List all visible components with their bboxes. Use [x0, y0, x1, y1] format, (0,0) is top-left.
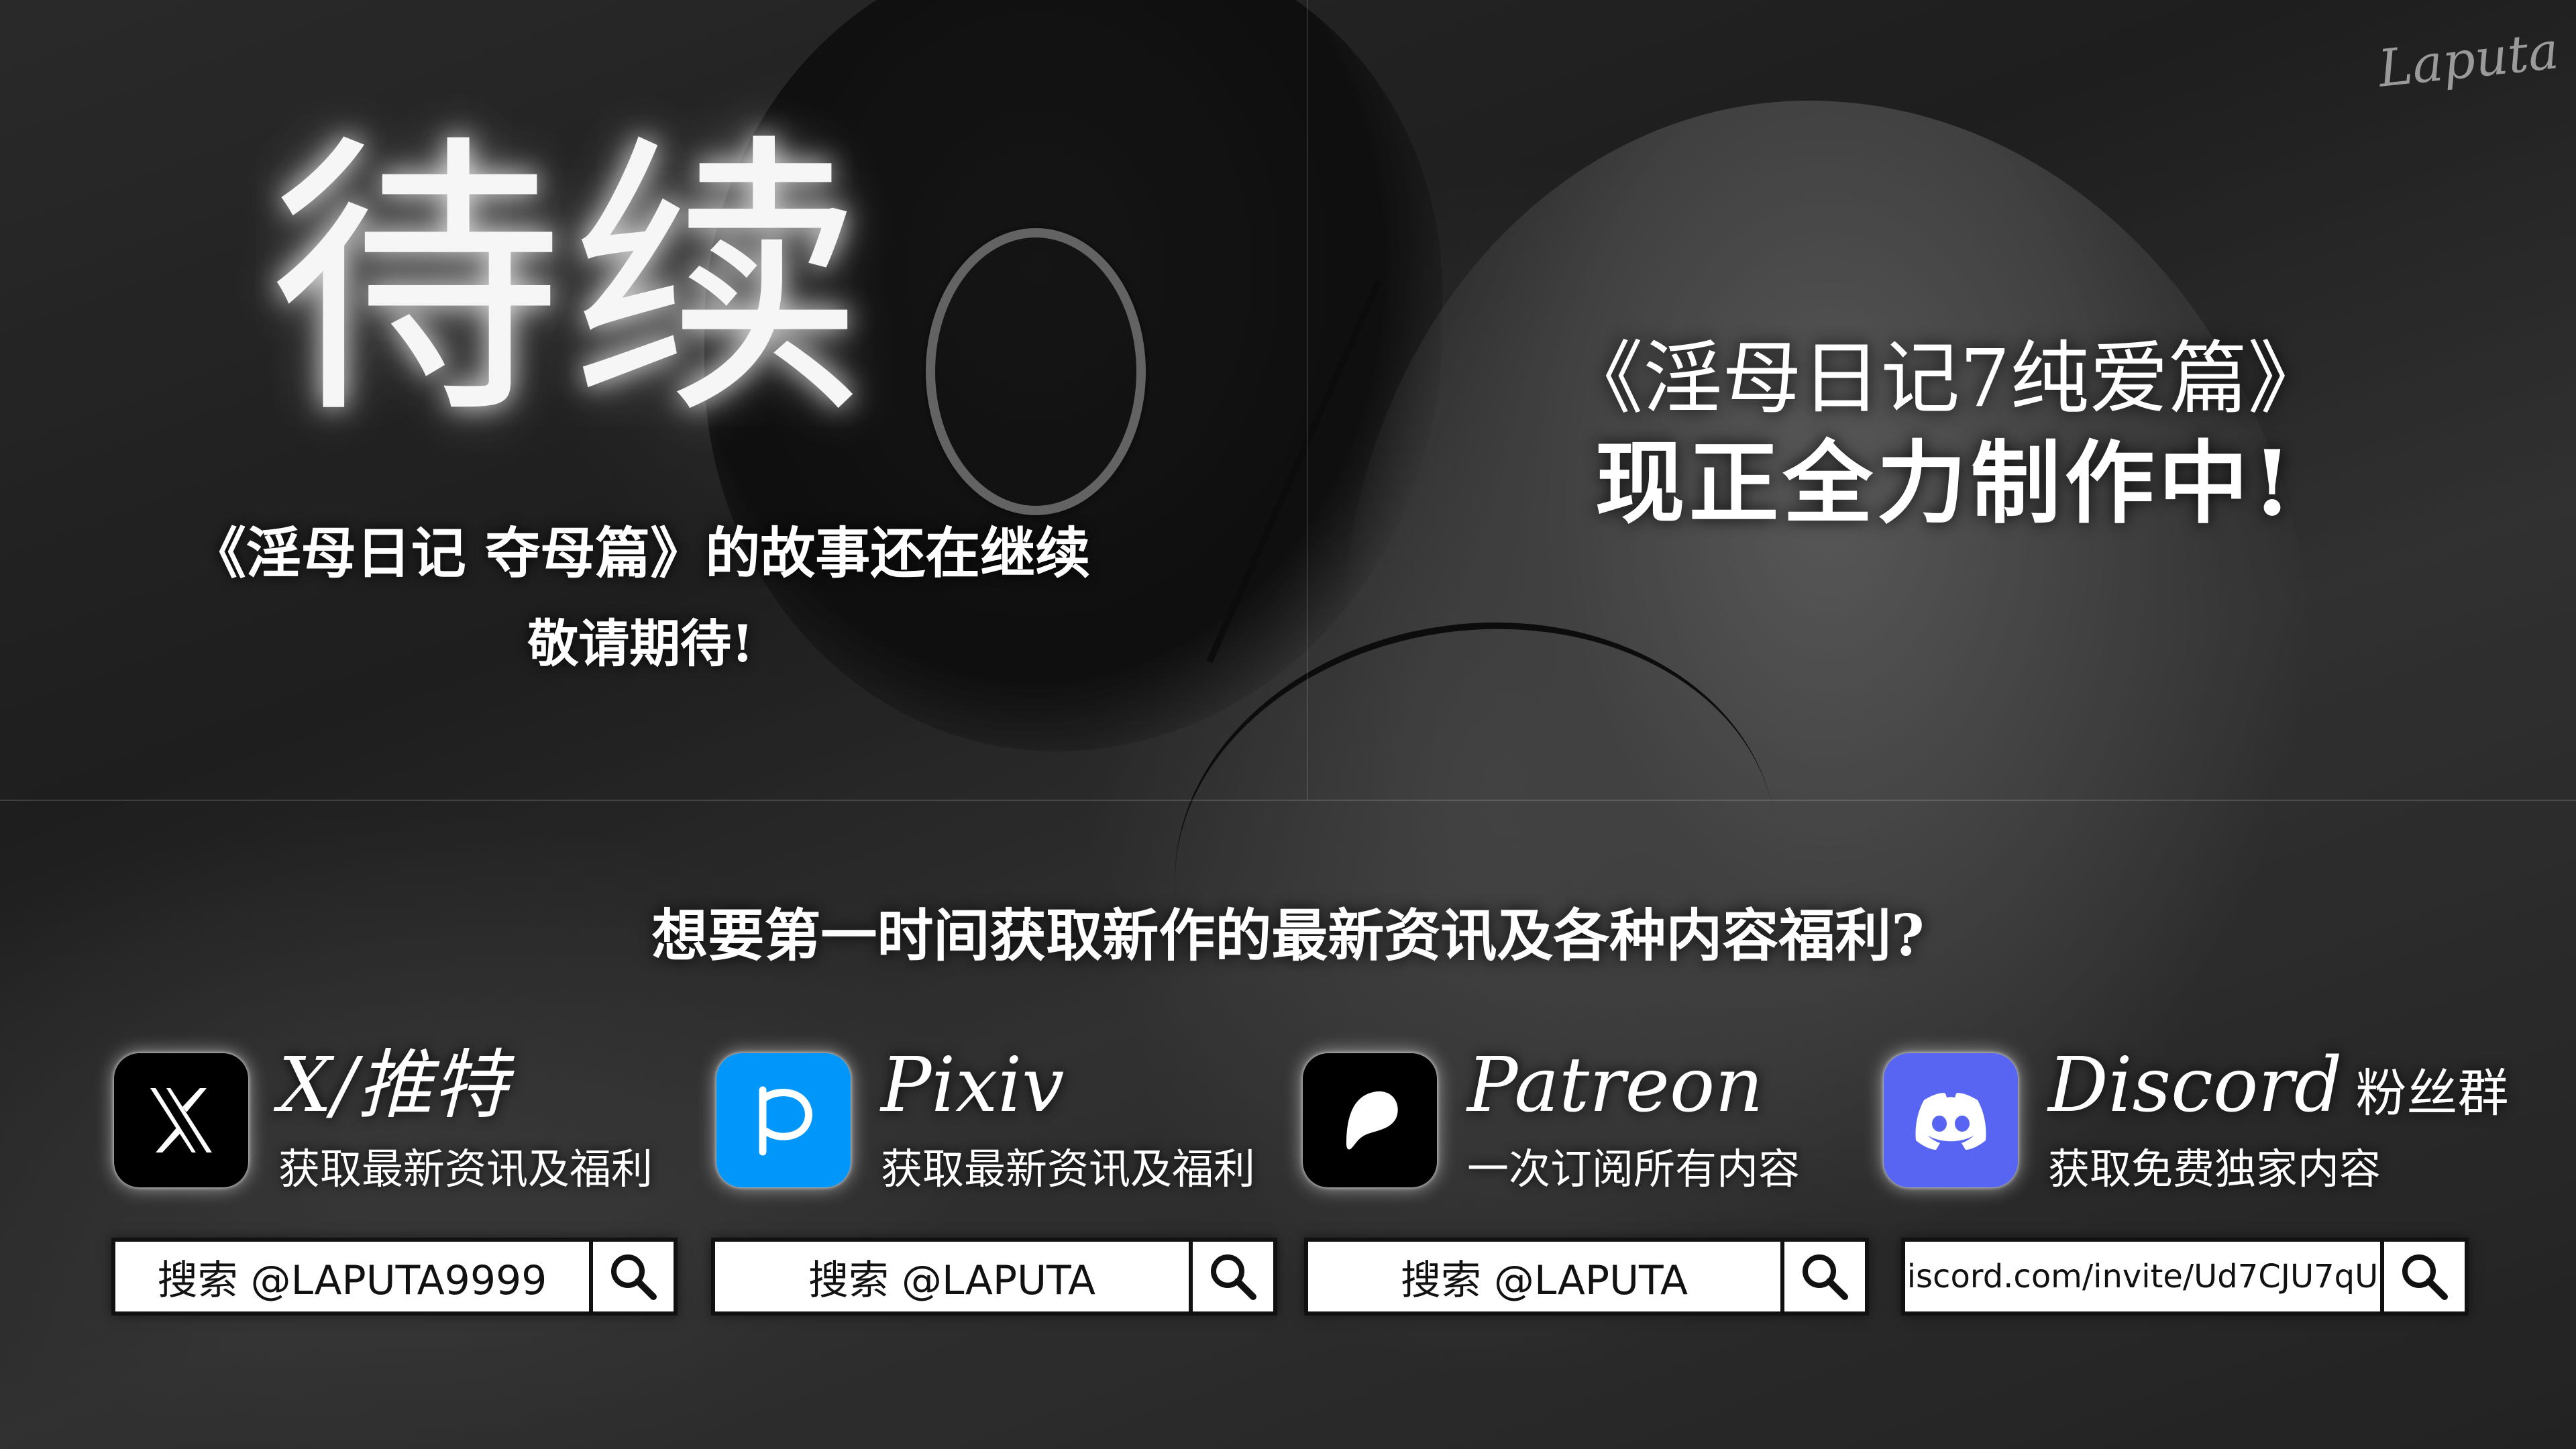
discord-name: Discord — [2048, 1042, 2343, 1129]
cta-question: 想要第一时间获取新作的最新资讯及各种内容福利? — [651, 902, 1925, 969]
search-box-discord[interactable]: discord.com/invite/Ud7CJU7qU6 — [1901, 1238, 2469, 1316]
platform-discord: Discord 粉丝群 获取免费独家内容 — [1884, 1042, 2555, 1198]
search-box-patreon[interactable]: 搜索 @LAPUTA — [1304, 1238, 1869, 1316]
search-icon[interactable] — [1784, 1242, 1865, 1311]
search-text: 搜索 @LAPUTA — [1308, 1242, 1784, 1311]
platform-pixiv: Pixiv 获取最新资讯及福利 — [716, 1042, 1293, 1198]
pixiv-logo-icon[interactable] — [716, 1053, 851, 1187]
platform-name-pixiv: Pixiv — [881, 1042, 1065, 1129]
platform-name-discord: Discord 粉丝群 — [2048, 1042, 2508, 1129]
platform-desc: 获取最新资讯及福利 — [278, 1144, 653, 1193]
platform-name-x: X/推特 — [278, 1042, 508, 1129]
search-icon[interactable] — [2384, 1242, 2465, 1311]
platform-desc: 获取最新资讯及福利 — [881, 1144, 1256, 1193]
headline: 待续 — [268, 110, 872, 453]
search-box-x[interactable]: 搜索 @LAPUTA9999 — [111, 1238, 678, 1316]
search-icon[interactable] — [593, 1242, 674, 1311]
discord-logo-icon[interactable] — [1884, 1053, 2018, 1187]
x-logo-icon[interactable] — [114, 1053, 248, 1187]
platform-desc: 获取免费独家内容 — [2048, 1144, 2381, 1193]
platform-patreon: Patreon 一次订阅所有内容 — [1303, 1042, 1880, 1198]
platform-name: X/推特 — [278, 1042, 507, 1129]
stay-tuned-text: 敬请期待! — [527, 614, 754, 674]
platform-desc: 一次订阅所有内容 — [1467, 1144, 1801, 1193]
platform-x: X/推特 获取最新资讯及福利 — [114, 1042, 691, 1198]
notice-subtitle: 现正全力制作中! — [1595, 430, 2296, 536]
platform-name-patreon: Patreon — [1467, 1042, 1764, 1129]
search-box-pixiv[interactable]: 搜索 @LAPUTA — [711, 1238, 1277, 1316]
discord-fan-group: 粉丝群 — [2355, 1063, 2509, 1123]
discord-invite-link[interactable]: discord.com/invite/Ud7CJU7qU6 — [1905, 1242, 2384, 1311]
search-text: 搜索 @LAPUTA — [715, 1242, 1193, 1311]
search-text: 搜索 @LAPUTA9999 — [115, 1242, 593, 1311]
search-icon[interactable] — [1193, 1242, 1273, 1311]
patreon-logo-icon[interactable] — [1303, 1053, 1437, 1187]
story-line: 《淫母日记 夺母篇》的故事还在继续 — [191, 521, 1091, 586]
